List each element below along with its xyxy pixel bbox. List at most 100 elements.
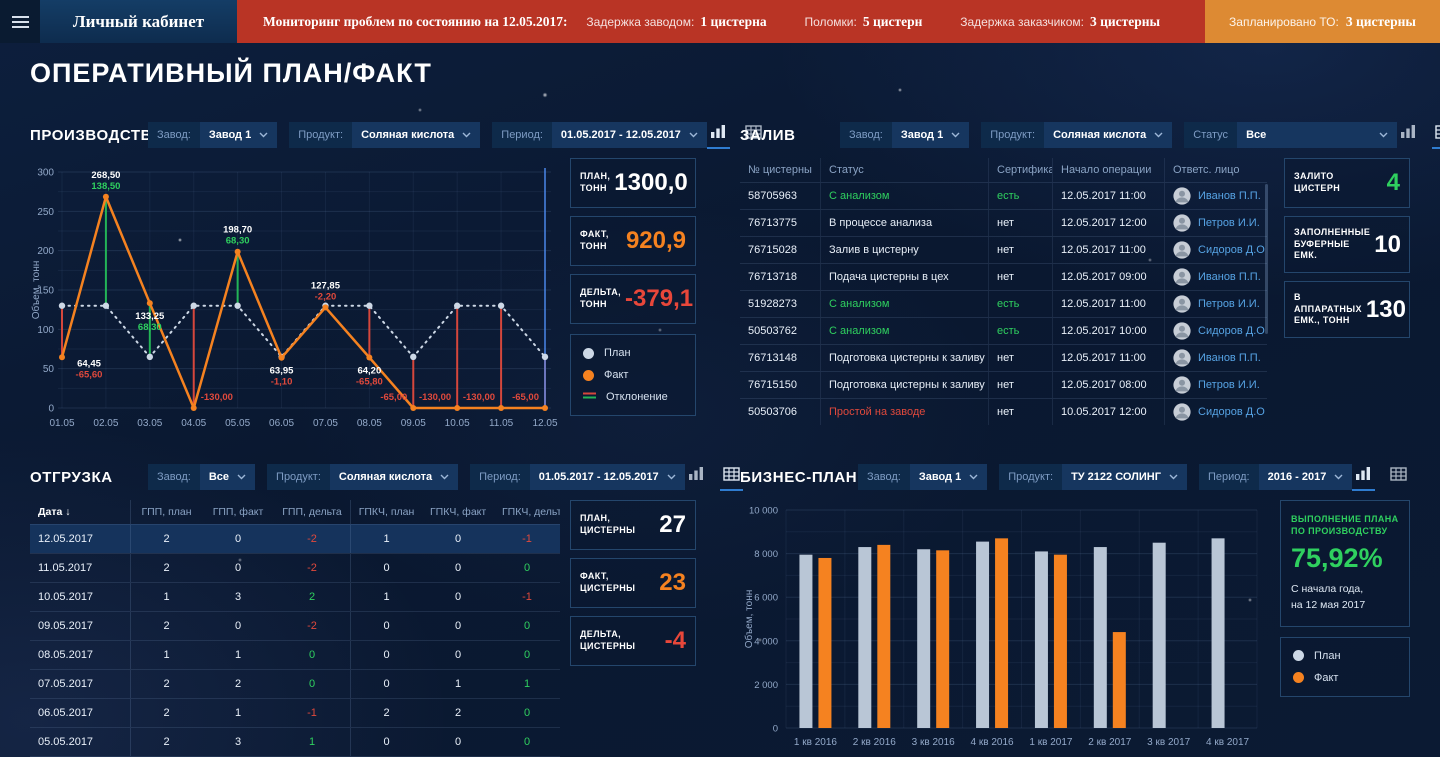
side-column: ПЛАН, ТОНН 1300,0 ФАКТ, ТОНН 920,9 ДЕЛЬТА, Т… [570, 158, 696, 448]
fact-legend-dot [1293, 672, 1304, 684]
table-view-button[interactable] [1387, 465, 1410, 491]
filter-value-box: Все [1237, 122, 1398, 148]
planned-value: 3 цистерны [1345, 13, 1416, 29]
table-row[interactable]: 76715150 Подготовка цистерны к заливу нет 1… [740, 371, 1267, 398]
svg-text:4 кв 2017: 4 кв 2017 [1206, 737, 1249, 748]
table-row[interactable]: 06.05.2017 2 1 -1 2 2 0 [30, 698, 560, 727]
cell-cistern-number: 50503706 [748, 406, 797, 418]
filter-value: ТУ 2122 СОЛИНГ [1071, 471, 1161, 483]
table-row[interactable]: 12.05.2017 2 0 -2 1 0 -1 [30, 524, 560, 553]
filter-dropdown[interactable]: Статус Все [1184, 122, 1398, 148]
person-link[interactable]: Сидоров Д.О. [1173, 241, 1265, 259]
filter-dropdown[interactable]: Период: 01.05.2017 - 12.05.2017 [492, 122, 707, 148]
alert-value: 3 цистерны [1089, 13, 1161, 29]
filter-label: Период: [470, 464, 530, 490]
filter-value: Завод 1 [900, 129, 944, 141]
table-row[interactable]: 08.05.2017 1 1 0 0 0 0 [30, 640, 560, 669]
chart-view-button[interactable] [1397, 122, 1420, 149]
svg-text:138,50: 138,50 [91, 181, 120, 192]
person-link[interactable]: Петров И.И. [1173, 295, 1260, 313]
table-row[interactable]: 09.05.2017 2 0 -2 0 0 0 [30, 611, 560, 640]
kpi-value: 75,92% [1291, 543, 1383, 574]
person-link[interactable]: Иванов П.П. [1173, 349, 1261, 367]
cell-date: 05.05.2017 [38, 736, 94, 748]
filter-dropdown[interactable]: Период: 2016 - 2017 [1198, 464, 1353, 490]
filter-group: Завод: Завод 1 Продукт: Соляная кислота Пери… [148, 122, 707, 148]
person-name: Сидоров Д.О. [1198, 406, 1265, 418]
stat-box: В АППАРАТНЫХ ЕМК., ТОНН 130 [1284, 281, 1410, 339]
person-link[interactable]: Петров И.И. [1173, 376, 1260, 394]
table-row[interactable]: 05.05.2017 2 3 1 0 0 0 [30, 727, 560, 756]
cell-certificate: есть [988, 183, 1052, 209]
person-link[interactable]: Сидоров Д.О. [1173, 322, 1265, 340]
stat-value: 23 [659, 569, 686, 596]
chart-view-button[interactable] [706, 122, 730, 149]
table-row[interactable]: 51928273 С анализом есть 12.05.2017 11:00 Пе… [740, 290, 1267, 317]
dashboard-root: Личный кабинет Мониторинг проблем по сос… [0, 0, 1440, 757]
table-row[interactable]: 58705963 С анализом есть 12.05.2017 11:00 Ив… [740, 182, 1267, 209]
sort-column-header[interactable]: Дата ↓ [30, 506, 130, 518]
person-name: Сидоров Д.О. [1198, 325, 1265, 337]
filter-dropdown[interactable]: Завод: Завод 1 [840, 122, 970, 148]
stat-value: 130 [1365, 295, 1406, 323]
person-name: Петров И.И. [1198, 379, 1260, 391]
filter-dropdown[interactable]: Продукт: Соляная кислота [981, 122, 1173, 148]
filter-dropdown[interactable]: Завод: Завод 1 [148, 122, 278, 148]
chart-view-button[interactable] [1352, 464, 1376, 491]
person-link[interactable]: Сидоров Д.О. [1173, 403, 1265, 421]
filter-dropdown[interactable]: Продукт: Соляная кислота [289, 122, 481, 148]
table-row[interactable]: 10.05.2017 1 3 2 1 0 -1 [30, 582, 560, 611]
svg-text:0: 0 [48, 404, 54, 415]
person-name: Иванов П.П. [1198, 271, 1261, 283]
menu-button[interactable] [0, 0, 40, 43]
cell-certificate: нет [988, 237, 1052, 263]
svg-text:100: 100 [37, 325, 54, 336]
filter-dropdown[interactable]: Завод: Завод 1 [858, 464, 988, 490]
table-row[interactable]: 76713775 В процессе анализа нет 12.05.2017 … [740, 209, 1267, 236]
filling-table: № цистерны СтатусСертификатНачало операци… [740, 158, 1268, 425]
panel-title: ОТГРУЗКА [30, 468, 113, 486]
person-link[interactable]: Иванов П.П. [1173, 268, 1261, 286]
alert-label: Задержка заводом: [586, 14, 695, 29]
filter-value-box: Все [199, 464, 256, 490]
filter-dropdown[interactable]: Продукт: ТУ 2122 СОЛИНГ [999, 464, 1187, 490]
table-row[interactable]: 11.05.2017 2 0 -2 0 0 0 [30, 553, 560, 582]
table-view-button[interactable] [1432, 123, 1440, 149]
stat-value: 920,9 [625, 227, 686, 254]
table-row[interactable]: 76713148 Подготовка цистерны к заливу нет 1… [740, 344, 1267, 371]
plan-legend-dot [583, 347, 594, 359]
avatar [1173, 214, 1191, 232]
legend-item: Отклонение [583, 391, 683, 403]
svg-text:Объем, тонн: Объем, тонн [30, 261, 42, 320]
filter-label: Продукт: [981, 122, 1045, 148]
filter-dropdown[interactable]: Продукт: Соляная кислота [267, 464, 459, 490]
svg-text:-65,60: -65,60 [76, 369, 103, 380]
cell-operation-start: 12.05.2017 11:00 [1052, 183, 1164, 209]
table-row[interactable]: 07.05.2017 2 2 0 0 1 1 [30, 669, 560, 698]
table-row[interactable]: 50503706 Простой на заводе нет 10.05.2017 1… [740, 398, 1267, 425]
filter-label: Продукт: [289, 122, 353, 148]
cell-operation-start: 12.05.2017 11:00 [1052, 237, 1164, 263]
svg-text:2 000: 2 000 [754, 680, 778, 691]
legend-label: План [604, 347, 631, 359]
chart-view-button[interactable] [685, 464, 708, 491]
person-link[interactable]: Петров И.И. [1173, 214, 1260, 232]
panel-business-plan: БИЗНЕС-ПЛАН Завод: Завод 1 Продукт: ТУ 2122… [740, 462, 1410, 757]
table-scrollbar[interactable] [1265, 184, 1268, 334]
person-link[interactable]: Иванов П.П. [1173, 187, 1261, 205]
filter-value: Завод 1 [208, 129, 252, 141]
cell-value: 0 [234, 533, 242, 545]
filter-dropdown[interactable]: Завод: Все [148, 464, 256, 490]
table-row[interactable]: 50503762 С анализом есть 12.05.2017 10:00 Си… [740, 317, 1267, 344]
alert-item: Задержка заказчиком: 3 цистерны [960, 14, 1160, 30]
stat-box: ПЛАН, ЦИСТЕРНЫ 27 [570, 500, 696, 550]
filter-value-box: Соляная кислота [329, 464, 459, 490]
panel-body: Дата ↓ ГПП, план ГПП, факт ГПП, дельта ГПКЧ,… [30, 500, 696, 757]
cell-value: 0 [523, 620, 531, 632]
stats-group: ПЛАН, ЦИСТЕРНЫ 27 ФАКТ, ЦИСТЕРНЫ 23 ДЕЛЬТА, … [570, 500, 696, 666]
table-row[interactable]: 76713718 Подача цистерны в цех нет 12.05.20… [740, 263, 1267, 290]
cell-value: 2 [234, 678, 242, 690]
filter-dropdown[interactable]: Период: 01.05.2017 - 12.05.2017 [470, 464, 685, 490]
svg-text:01.05: 01.05 [49, 418, 74, 429]
table-row[interactable]: 76715028 Залив в цистерну нет 12.05.2017 11… [740, 236, 1267, 263]
